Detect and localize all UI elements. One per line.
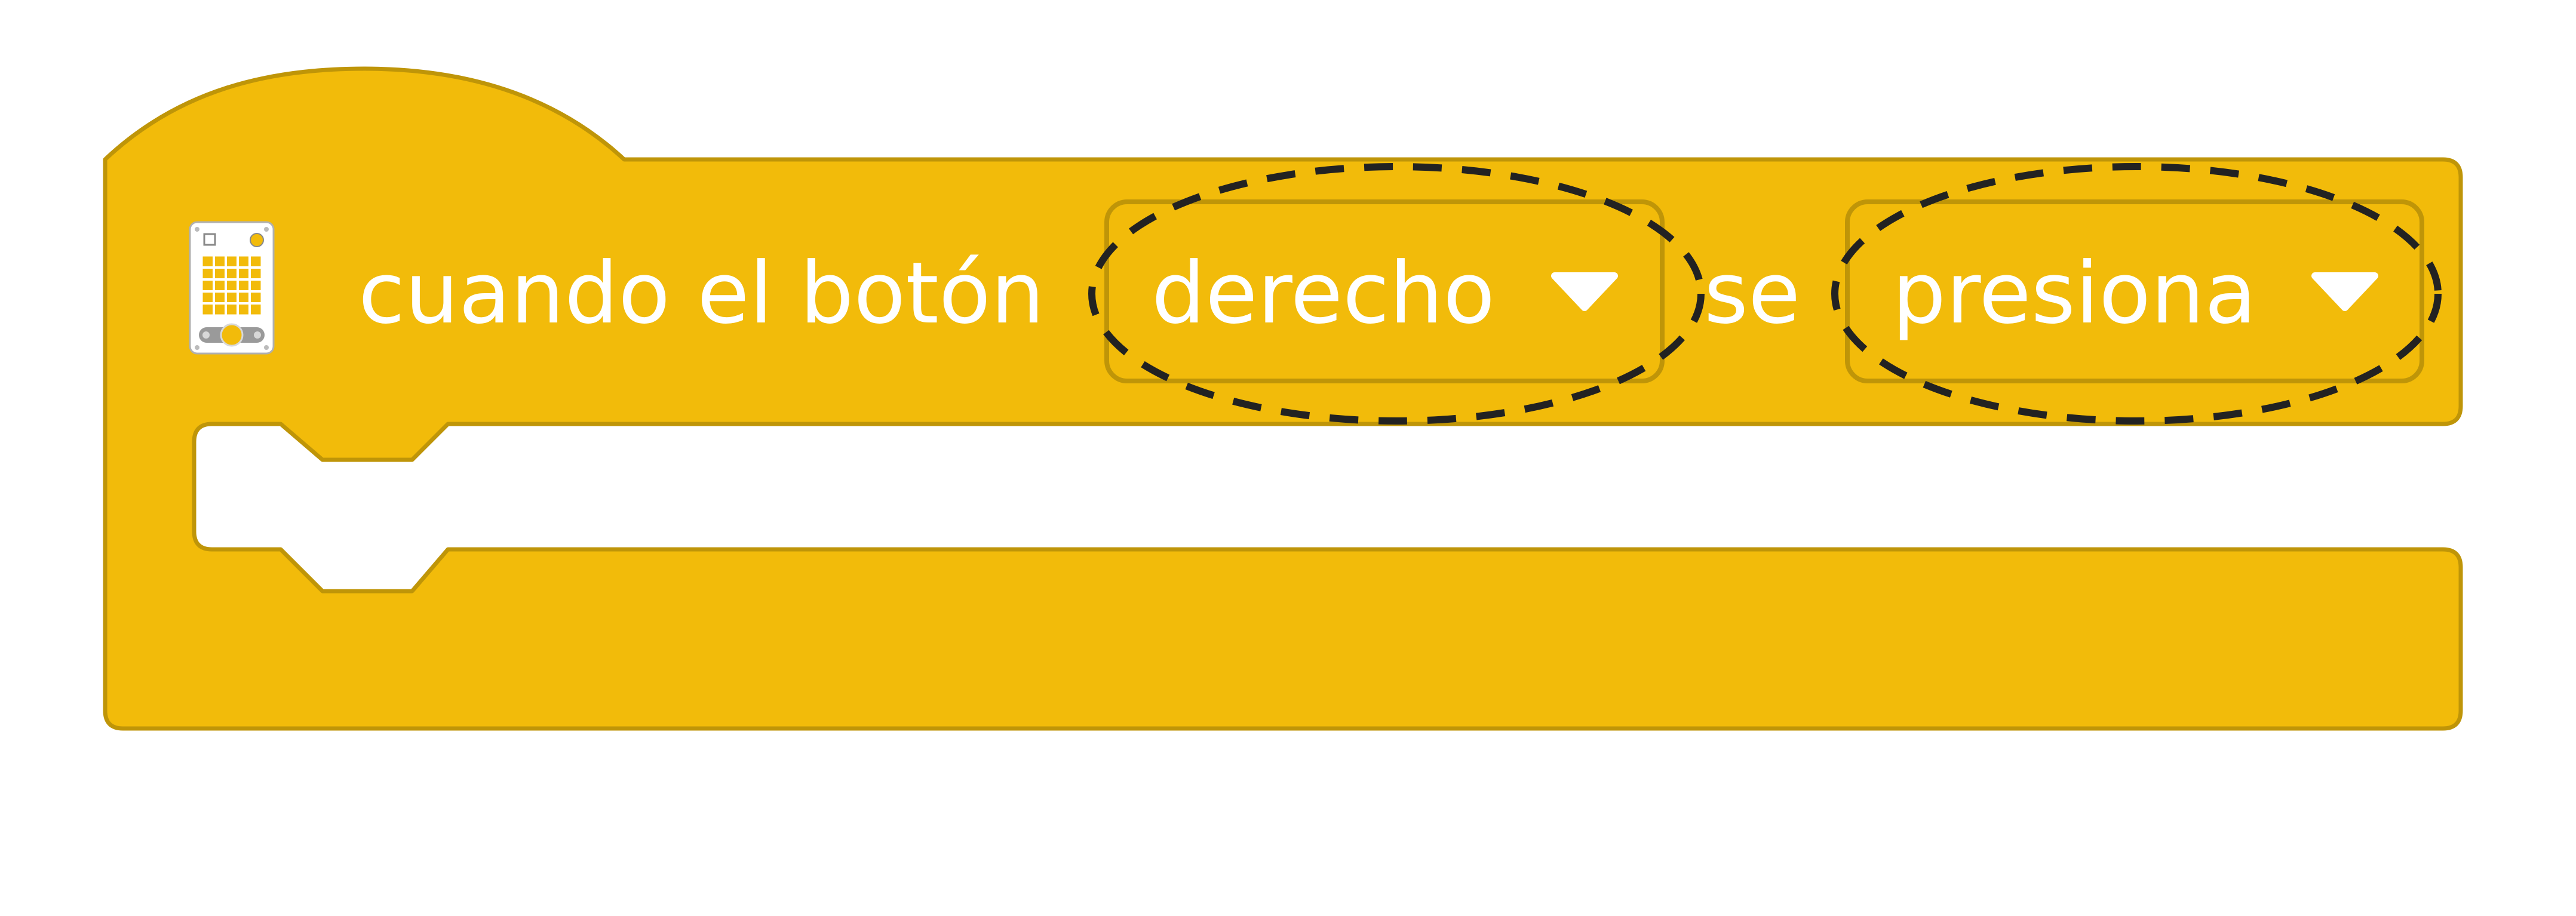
block-label-prefix: cuando el botón — [358, 244, 1045, 343]
action-dropdown[interactable]: presiona — [1845, 199, 2424, 383]
action-dropdown-value: presiona — [1892, 244, 2256, 343]
block-label-middle: se — [1704, 244, 1800, 343]
hub-device-icon — [189, 221, 275, 355]
event-hat-block[interactable] — [103, 66, 2463, 731]
block-canvas: cuando el botón derecho se presiona — [103, 66, 2463, 731]
button-dropdown-value: derecho — [1152, 244, 1495, 343]
button-dropdown[interactable]: derecho — [1104, 199, 1665, 383]
